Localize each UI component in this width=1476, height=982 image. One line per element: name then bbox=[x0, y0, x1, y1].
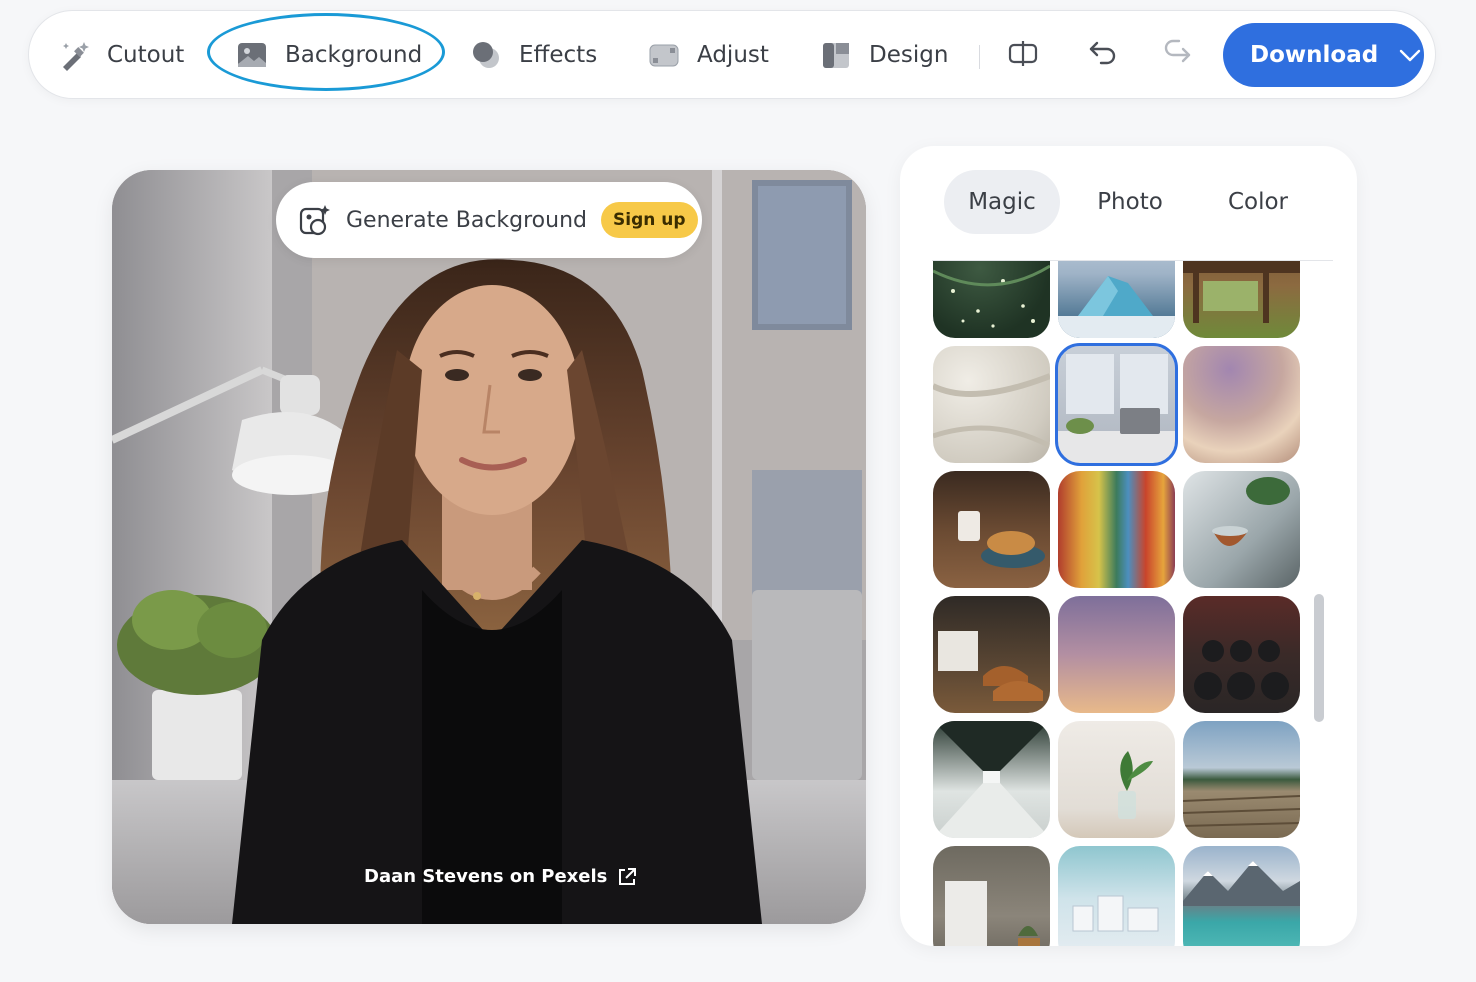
tool-design-label: Design bbox=[869, 42, 949, 68]
tab-photo[interactable]: Photo bbox=[1086, 170, 1174, 234]
tool-cutout-label: Cutout bbox=[107, 42, 185, 68]
thumbnail-white-fabric[interactable] bbox=[933, 346, 1050, 463]
thumbnail-pine-branches-lights[interactable] bbox=[933, 261, 1050, 338]
external-link-icon bbox=[617, 867, 637, 887]
thumbnail-shoes-clothes-shop[interactable] bbox=[933, 596, 1050, 713]
tool-adjust[interactable]: Adjust bbox=[647, 33, 769, 77]
undo-icon bbox=[1087, 37, 1119, 73]
thumbnail-white-city-model[interactable] bbox=[1058, 846, 1175, 946]
tool-effects[interactable]: Effects bbox=[469, 33, 597, 77]
generate-background-pill[interactable]: Generate Background Sign up bbox=[276, 182, 702, 258]
download-label: Download bbox=[1250, 42, 1379, 68]
tool-background-label: Background bbox=[285, 42, 423, 68]
background-panel: Magic Photo Color bbox=[900, 146, 1357, 946]
photo-preview bbox=[112, 170, 866, 924]
toolbar: Cutout Background Effects Adjust Design … bbox=[28, 10, 1436, 99]
compare-button[interactable] bbox=[1003, 35, 1043, 75]
tab-color[interactable]: Color bbox=[1214, 170, 1302, 234]
magic-brush-icon bbox=[57, 38, 91, 72]
adjust-icon bbox=[647, 38, 681, 72]
thumbnail-concrete-room-door[interactable] bbox=[933, 846, 1050, 946]
thumbnail-tea-cup-windowsill[interactable] bbox=[1183, 471, 1300, 588]
design-layout-icon bbox=[819, 38, 853, 72]
image-icon bbox=[235, 38, 269, 72]
download-button[interactable]: Download bbox=[1223, 23, 1424, 87]
chevron-down-icon bbox=[1398, 43, 1422, 67]
thumbnail-mountain-lake[interactable] bbox=[1183, 846, 1300, 946]
thumbnail-office-desk-window[interactable] bbox=[1055, 343, 1178, 466]
tool-background[interactable]: Background bbox=[235, 33, 422, 77]
redo-icon bbox=[1161, 37, 1193, 73]
generate-sparkle-icon bbox=[298, 203, 332, 237]
thumbnail-lake-dock[interactable] bbox=[1183, 721, 1300, 838]
background-thumbnail-grid bbox=[900, 261, 1357, 946]
tool-effects-label: Effects bbox=[519, 42, 598, 68]
generate-background-label: Generate Background bbox=[346, 207, 587, 233]
panel-scrollbar[interactable] bbox=[1314, 594, 1324, 722]
thumbnail-kettlebells-rack[interactable] bbox=[1183, 596, 1300, 713]
compare-split-icon bbox=[1007, 37, 1039, 73]
thumbnail-plant-vase-wall[interactable] bbox=[1058, 721, 1175, 838]
thumbnail-glass-corridor[interactable] bbox=[933, 721, 1050, 838]
tool-design[interactable]: Design bbox=[819, 33, 948, 77]
thumbnail-purple-sunset-gradient[interactable] bbox=[1058, 596, 1175, 713]
tool-cutout[interactable]: Cutout bbox=[57, 33, 184, 77]
thumbnail-colorful-blur-stripes[interactable] bbox=[1058, 471, 1175, 588]
toolbar-divider bbox=[979, 45, 980, 69]
thumbnail-iceberg[interactable] bbox=[1058, 261, 1175, 338]
portrait-photo bbox=[112, 170, 866, 924]
tool-adjust-label: Adjust bbox=[697, 42, 769, 68]
thumbnail-log-cabin-porch[interactable] bbox=[1183, 261, 1300, 338]
tab-magic[interactable]: Magic bbox=[944, 170, 1060, 234]
redo-button[interactable] bbox=[1157, 35, 1197, 75]
photo-credit-link[interactable]: Daan Stevens on Pexels bbox=[364, 866, 637, 887]
thumbnail-cafe-croissant[interactable] bbox=[933, 471, 1050, 588]
sign-up-badge[interactable]: Sign up bbox=[601, 202, 698, 238]
effects-circles-icon bbox=[469, 38, 503, 72]
thumbnail-purple-gradient-blur[interactable] bbox=[1183, 346, 1300, 463]
photo-credit-label: Daan Stevens on Pexels bbox=[364, 866, 608, 887]
undo-button[interactable] bbox=[1083, 35, 1123, 75]
